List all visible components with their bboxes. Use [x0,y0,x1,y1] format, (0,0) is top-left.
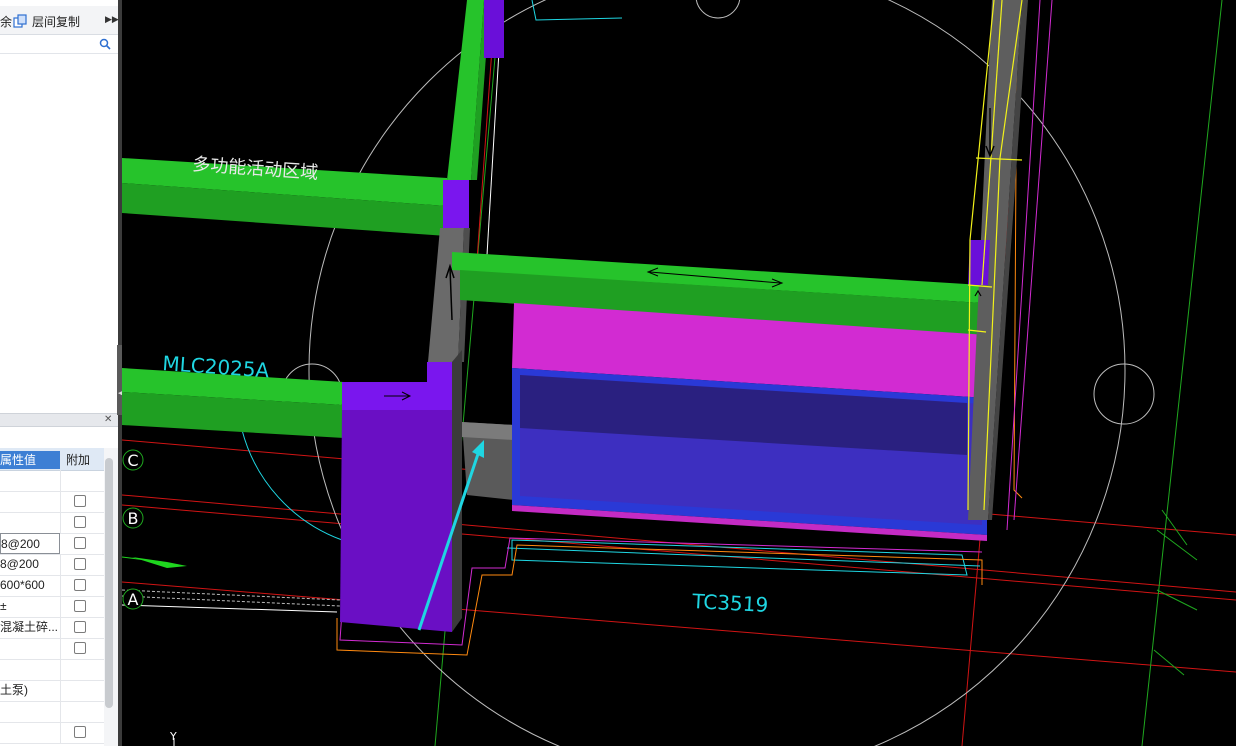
table-row[interactable] [0,701,104,723]
axis-label-b: B [128,509,139,528]
table-row[interactable]: ± [0,596,104,618]
table-row[interactable] [0,722,104,744]
door-swing-arc [241,429,343,541]
property-value-cell[interactable]: 土泵) [0,680,61,701]
attach-checkbox[interactable] [74,516,86,528]
scrollbar-thumb[interactable] [105,458,113,708]
column-junction-top[interactable] [443,180,469,228]
property-value-cell[interactable] [0,659,61,680]
table-row[interactable]: 600*600 [0,575,104,597]
property-value-cell[interactable]: 600*600 [0,575,61,596]
circle-marker-top [695,0,741,19]
table-row[interactable] [0,659,104,681]
search-input[interactable] [0,35,118,54]
grid-line-green-2 [1141,0,1223,746]
window-label-tc: TC3519 [691,589,769,617]
axis-label-a: A [128,590,139,609]
table-row[interactable] [0,470,104,492]
tick-mark [1153,649,1185,676]
green-pointer-line [122,556,163,563]
property-value-cell[interactable]: ± [0,596,61,617]
attach-checkbox[interactable] [74,537,86,549]
hatched-line [122,595,341,607]
panel-splitter[interactable]: ✕ [0,413,118,427]
property-value-cell[interactable]: 8@200 [0,533,60,554]
grey-beam-vertical [428,228,464,362]
property-value-cell[interactable]: 混凝土碎... [0,617,61,638]
component-tree[interactable] [0,54,118,410]
grid-line-a [122,581,1236,673]
column-header-value[interactable]: 属性值 [0,451,60,469]
axis-bubble-a[interactable]: A [122,588,144,610]
attach-checkbox[interactable] [74,600,86,612]
table-row[interactable] [0,638,104,660]
property-value-cell[interactable] [0,512,61,533]
column-main[interactable] [340,410,452,632]
copy-floors-icon[interactable] [13,14,27,28]
attach-checkbox[interactable] [74,495,86,507]
table-row[interactable] [0,512,104,534]
attach-checkbox[interactable] [74,726,86,738]
table-row[interactable]: 土泵) [0,680,104,702]
table-row[interactable]: 混凝土碎... [0,617,104,639]
left-panel: 余 层间复制 ▶▶ ✕ 属性值 附加 8@200 8@200 600*600 ± 混凝土… [0,0,118,746]
double-chevron-right-icon[interactable]: ▶▶ [105,14,118,25]
table-row[interactable]: 8@200 [0,554,104,576]
property-value-cell[interactable] [0,470,61,491]
table-row[interactable] [0,491,104,513]
right-purple-junction[interactable] [968,240,990,285]
property-value-cell[interactable] [0,491,61,512]
property-value-cell[interactable] [0,638,61,659]
attach-checkbox[interactable] [74,558,86,570]
toolbar: 余 层间复制 ▶▶ [0,6,118,35]
ucs-label-y: Y [169,730,177,743]
column-top-face[interactable] [342,362,452,410]
copy-floors-button[interactable]: 层间复制 [32,13,80,30]
column-header-add[interactable]: 附加 [66,451,90,469]
property-value-cell[interactable] [0,701,61,722]
axis-bubble-c[interactable]: C [122,449,144,471]
cyan-line [531,0,623,21]
hatched-line [122,589,341,601]
search-icon[interactable] [99,38,111,50]
axis-label-c: C [127,451,138,470]
property-value-cell[interactable]: 8@200 [0,554,61,575]
grey-beam-low-top [462,422,514,440]
green-pointer [132,557,187,568]
window-line [506,547,981,567]
tick-mark [1156,529,1198,561]
column-side [452,350,462,632]
column-top[interactable] [484,0,504,58]
close-icon[interactable]: ✕ [104,414,112,425]
properties-grid-header: 属性值 附加 [0,448,104,471]
attach-checkbox[interactable] [74,579,86,591]
property-value-cell[interactable] [0,722,61,743]
attach-checkbox[interactable] [74,621,86,633]
table-row[interactable]: 8@200 [0,533,104,555]
delete-button[interactable]: 余 [0,13,12,30]
axis-bubble-b[interactable]: B [122,507,144,529]
white-line-low [122,604,338,613]
attach-checkbox[interactable] [74,642,86,654]
tick-mark [1156,589,1198,611]
drawing-canvas[interactable]: 多功能活动区域 MLC2025A TC3519 C B A Y [122,0,1236,746]
